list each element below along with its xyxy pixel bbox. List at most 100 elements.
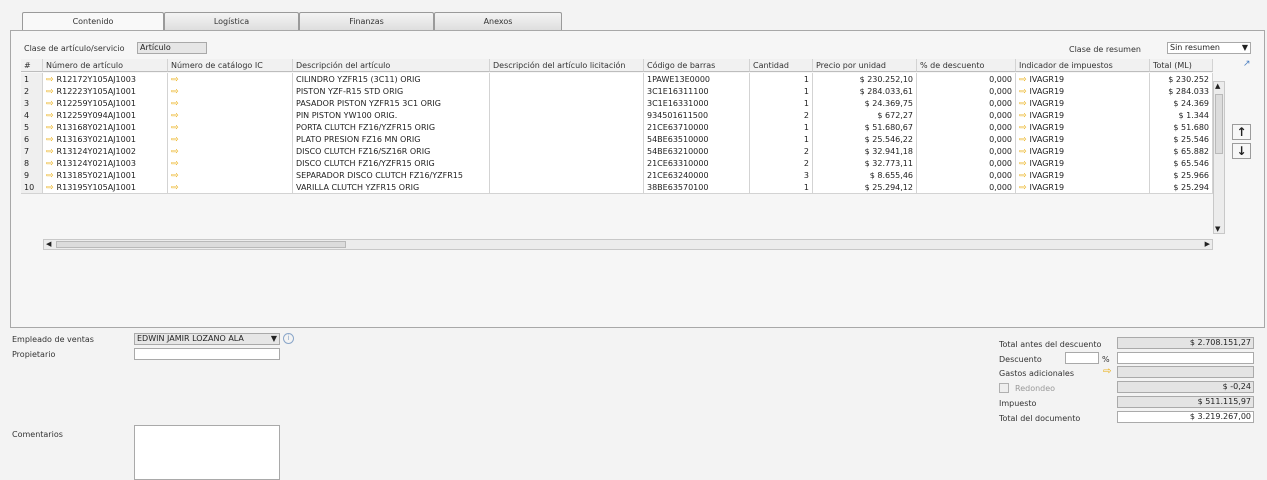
link-arrow-icon[interactable]: ⇨ (46, 147, 54, 157)
grid-cell-disc[interactable]: 0,000 (917, 181, 1016, 194)
cell-text: 0,000 (989, 135, 1012, 144)
link-arrow-icon[interactable]: ⇨ (1103, 366, 1111, 377)
horizontal-scrollbar[interactable]: ◀ ▶ (43, 239, 1213, 250)
scroll-up-icon[interactable]: ▲ (1215, 82, 1220, 90)
cell-text: IVAGR19 (1029, 147, 1065, 156)
link-arrow-icon[interactable]: ⇨ (46, 183, 54, 193)
cell-text: 4 (24, 111, 30, 120)
horizontal-scroll-thumb[interactable] (56, 241, 346, 248)
grid-cell-total[interactable]: $ 25.294 (1150, 181, 1213, 194)
info-icon[interactable]: i (283, 333, 294, 344)
column-header[interactable]: % de descuento (917, 59, 1016, 72)
column-header[interactable]: Cantidad (750, 59, 813, 72)
link-arrow-icon[interactable]: ⇨ (1019, 87, 1027, 97)
cell-text: 0,000 (989, 171, 1012, 180)
cell-text: $ 25.294 (1173, 183, 1209, 192)
cell-text: $ 51.680 (1173, 123, 1209, 132)
link-arrow-icon[interactable]: ⇨ (171, 171, 179, 181)
column-header[interactable]: Descripción del artículo (293, 59, 490, 72)
link-arrow-icon[interactable]: ⇨ (1019, 75, 1027, 85)
cell-text: PISTON YZF-R15 STD ORIG (296, 87, 404, 96)
link-arrow-icon[interactable]: ⇨ (46, 171, 54, 181)
column-header[interactable]: Indicador de impuestos (1016, 59, 1150, 72)
discount-percent-field[interactable] (1065, 352, 1099, 364)
cell-text: $ 25.966 (1173, 171, 1209, 180)
column-header[interactable]: Número de catálogo IC (168, 59, 293, 72)
expand-icon[interactable]: ↗ (1243, 59, 1251, 69)
scroll-left-icon[interactable]: ◀ (46, 240, 51, 248)
summary-class-label: Clase de resumen (1069, 45, 1141, 54)
column-header[interactable]: Código de barras (644, 59, 750, 72)
rounding-checkbox[interactable] (999, 383, 1009, 393)
grid-cell-cat[interactable]: ⇨ (168, 181, 293, 194)
link-arrow-icon[interactable]: ⇨ (46, 75, 54, 85)
column-header[interactable]: Total (ML) (1150, 59, 1213, 72)
link-arrow-icon[interactable]: ⇨ (171, 135, 179, 145)
link-arrow-icon[interactable]: ⇨ (46, 111, 54, 121)
cell-text: 1 (803, 87, 809, 96)
item-class-label: Clase de artículo/servicio (24, 44, 125, 53)
link-arrow-icon[interactable]: ⇨ (171, 159, 179, 169)
link-arrow-icon[interactable]: ⇨ (46, 87, 54, 97)
vertical-scroll-thumb[interactable] (1215, 94, 1223, 154)
document-total-label: Total del documento (999, 414, 1081, 423)
link-arrow-icon[interactable]: ⇨ (1019, 123, 1027, 133)
grid-cell-bar[interactable]: 38BE63570100 (644, 181, 750, 194)
tab-logistica[interactable]: Logística (164, 12, 299, 30)
grid-cell-tax[interactable]: ⇨ IVAGR19 (1016, 181, 1150, 194)
link-arrow-icon[interactable]: ⇨ (171, 183, 179, 193)
link-arrow-icon[interactable]: ⇨ (171, 75, 179, 85)
link-arrow-icon[interactable]: ⇨ (171, 111, 179, 121)
scroll-right-icon[interactable]: ▶ (1205, 240, 1210, 248)
cell-text: IVAGR19 (1029, 159, 1065, 168)
cell-text: 2 (803, 111, 809, 120)
link-arrow-icon[interactable]: ⇨ (1019, 147, 1027, 157)
link-arrow-icon[interactable]: ⇨ (1019, 99, 1027, 109)
table-row[interactable]: 10 ⇨ R13195Y105AJ1001 ⇨ VARILLA CLUTCH YZFR1… (21, 181, 1213, 194)
link-arrow-icon[interactable]: ⇨ (171, 87, 179, 97)
cell-text: 1 (803, 123, 809, 132)
tab-contenido[interactable]: Contenido (22, 12, 164, 31)
link-arrow-icon[interactable]: ⇨ (1019, 183, 1027, 193)
link-arrow-icon[interactable]: ⇨ (46, 99, 54, 109)
link-arrow-icon[interactable]: ⇨ (46, 159, 54, 169)
link-arrow-icon[interactable]: ⇨ (1019, 135, 1027, 145)
cell-text: 5 (24, 123, 30, 132)
grid-cell-desc[interactable]: VARILLA CLUTCH YZFR15 ORIG (293, 181, 490, 194)
tab-anexos[interactable]: Anexos (434, 12, 562, 30)
cell-text: 2 (803, 159, 809, 168)
link-arrow-icon[interactable]: ⇨ (1019, 111, 1027, 121)
grid-cell-item[interactable]: ⇨ R13195Y105AJ1001 (43, 181, 168, 194)
link-arrow-icon[interactable]: ⇨ (1019, 171, 1027, 181)
grid-cell-price[interactable]: $ 25.294,12 (813, 181, 917, 194)
owner-field[interactable] (134, 348, 280, 360)
column-header[interactable]: Número de artículo (43, 59, 168, 72)
tab-finanzas[interactable]: Finanzas (299, 12, 434, 30)
sales-employee-select[interactable]: EDWIN JAMIR LOZANO ALA ▼ (134, 333, 280, 345)
grid-cell-licit[interactable] (490, 181, 644, 194)
comments-textarea[interactable] (134, 425, 280, 480)
cell-text: VARILLA CLUTCH YZFR15 ORIG (296, 183, 420, 192)
cell-text: $ 672,27 (877, 111, 913, 120)
item-class-field[interactable]: Artículo (137, 42, 207, 54)
column-header[interactable]: Descripción del artículo licitación (490, 59, 644, 72)
cell-text: IVAGR19 (1029, 183, 1065, 192)
move-up-button[interactable]: ↑ (1232, 124, 1251, 140)
link-arrow-icon[interactable]: ⇨ (171, 147, 179, 157)
link-arrow-icon[interactable]: ⇨ (171, 99, 179, 109)
link-arrow-icon[interactable]: ⇨ (46, 135, 54, 145)
column-header[interactable]: Precio por unidad (813, 59, 917, 72)
cell-text: DISCO CLUTCH FZ16/SZ16R ORIG (296, 147, 431, 156)
link-arrow-icon[interactable]: ⇨ (1019, 159, 1027, 169)
link-arrow-icon[interactable]: ⇨ (46, 123, 54, 133)
column-header[interactable]: # (21, 59, 43, 72)
cell-text: 934501611500 (647, 111, 709, 120)
scroll-down-icon[interactable]: ▼ (1215, 225, 1220, 233)
cell-text: 3C1E16331000 (647, 99, 709, 108)
discount-amount-field[interactable] (1117, 352, 1254, 364)
vertical-scrollbar[interactable]: ▲ ▼ (1213, 81, 1225, 234)
move-down-button[interactable]: ↓ (1232, 143, 1251, 159)
summary-class-select[interactable]: Sin resumen ▼ (1167, 42, 1251, 54)
link-arrow-icon[interactable]: ⇨ (171, 123, 179, 133)
grid-cell-qty[interactable]: 1 (750, 181, 813, 194)
